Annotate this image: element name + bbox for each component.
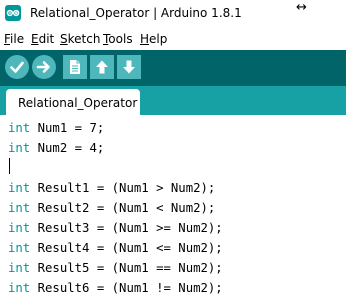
keyword: int [8,221,31,235]
tab-bar: Relational_Operator [0,86,346,115]
keyword: int [8,261,31,275]
tab-label: Relational_Operator [18,96,138,110]
code-text: Result3 = (Num1 >= Num2); [30,221,223,235]
menu-file-label: ile [10,32,25,46]
upload-button[interactable] [32,55,56,79]
code-editor[interactable]: int Num1 = 7; int Num2 = 4; int Result1 … [0,115,346,307]
arrow-up-icon [96,60,108,74]
menu-edit[interactable]: Edit [31,32,54,46]
save-button[interactable] [117,55,141,79]
code-line-2: int Num2 = 4; [8,139,104,158]
menu-sketch-mnemonic: S [60,32,68,46]
keyword: int [8,141,31,155]
verify-button[interactable] [5,55,29,79]
menu-bar: File Edit Sketch Tools Help [0,30,346,48]
text-caret [9,158,10,174]
menu-help[interactable]: Help [140,32,167,46]
code-text: Result5 = (Num1 == Num2); [30,261,223,275]
code-text: Result2 = (Num1 < Num2); [30,201,216,215]
code-line-1: int Num1 = 7; [8,119,104,138]
keyword: int [8,201,31,215]
code-text: Result1 = (Num1 > Num2); [30,181,216,195]
menu-edit-mnemonic: E [31,32,39,46]
menu-help-label: elp [149,32,168,46]
code-text: Result4 = (Num1 <= Num2); [30,241,223,255]
checkmark-icon [10,61,24,73]
code-line-9: int Result6 = (Num1 != Num2); [8,279,223,298]
title-bar: Relational_Operator | Arduino 1.8.1 ↔ [0,0,346,28]
open-button[interactable] [90,55,114,79]
toolbar [0,50,346,86]
resize-horizontal-cursor-icon: ↔ [296,0,307,15]
code-text: Num1 = 7; [30,121,105,135]
keyword: int [8,281,31,295]
new-file-icon [70,60,80,74]
keyword: int [8,241,31,255]
menu-tools-label: ools [108,32,133,46]
code-text: Result6 = (Num1 != Num2); [30,281,223,295]
menu-sketch-label: ketch [67,32,101,46]
menu-sketch[interactable]: Sketch [60,32,100,46]
arrow-right-icon [36,61,50,73]
code-text: Num2 = 4; [30,141,105,155]
menu-file[interactable]: File [4,32,24,46]
arrow-down-icon [123,60,135,74]
tab-relational-operator[interactable]: Relational_Operator [6,89,140,115]
menu-edit-label: dit [38,32,55,46]
code-line-4: int Result1 = (Num1 > Num2); [8,179,215,198]
window-title: Relational_Operator | Arduino 1.8.1 [30,6,242,20]
code-line-6: int Result3 = (Num1 >= Num2); [8,219,223,238]
new-button[interactable] [63,55,87,79]
keyword: int [8,121,31,135]
code-line-8: int Result5 = (Num1 == Num2); [8,259,223,278]
arduino-logo-icon [5,5,21,21]
menu-tools[interactable]: Tools [103,32,133,46]
menu-help-mnemonic: H [140,32,150,46]
code-line-7: int Result4 = (Num1 <= Num2); [8,239,223,258]
code-line-5: int Result2 = (Num1 < Num2); [8,199,215,218]
keyword: int [8,181,31,195]
